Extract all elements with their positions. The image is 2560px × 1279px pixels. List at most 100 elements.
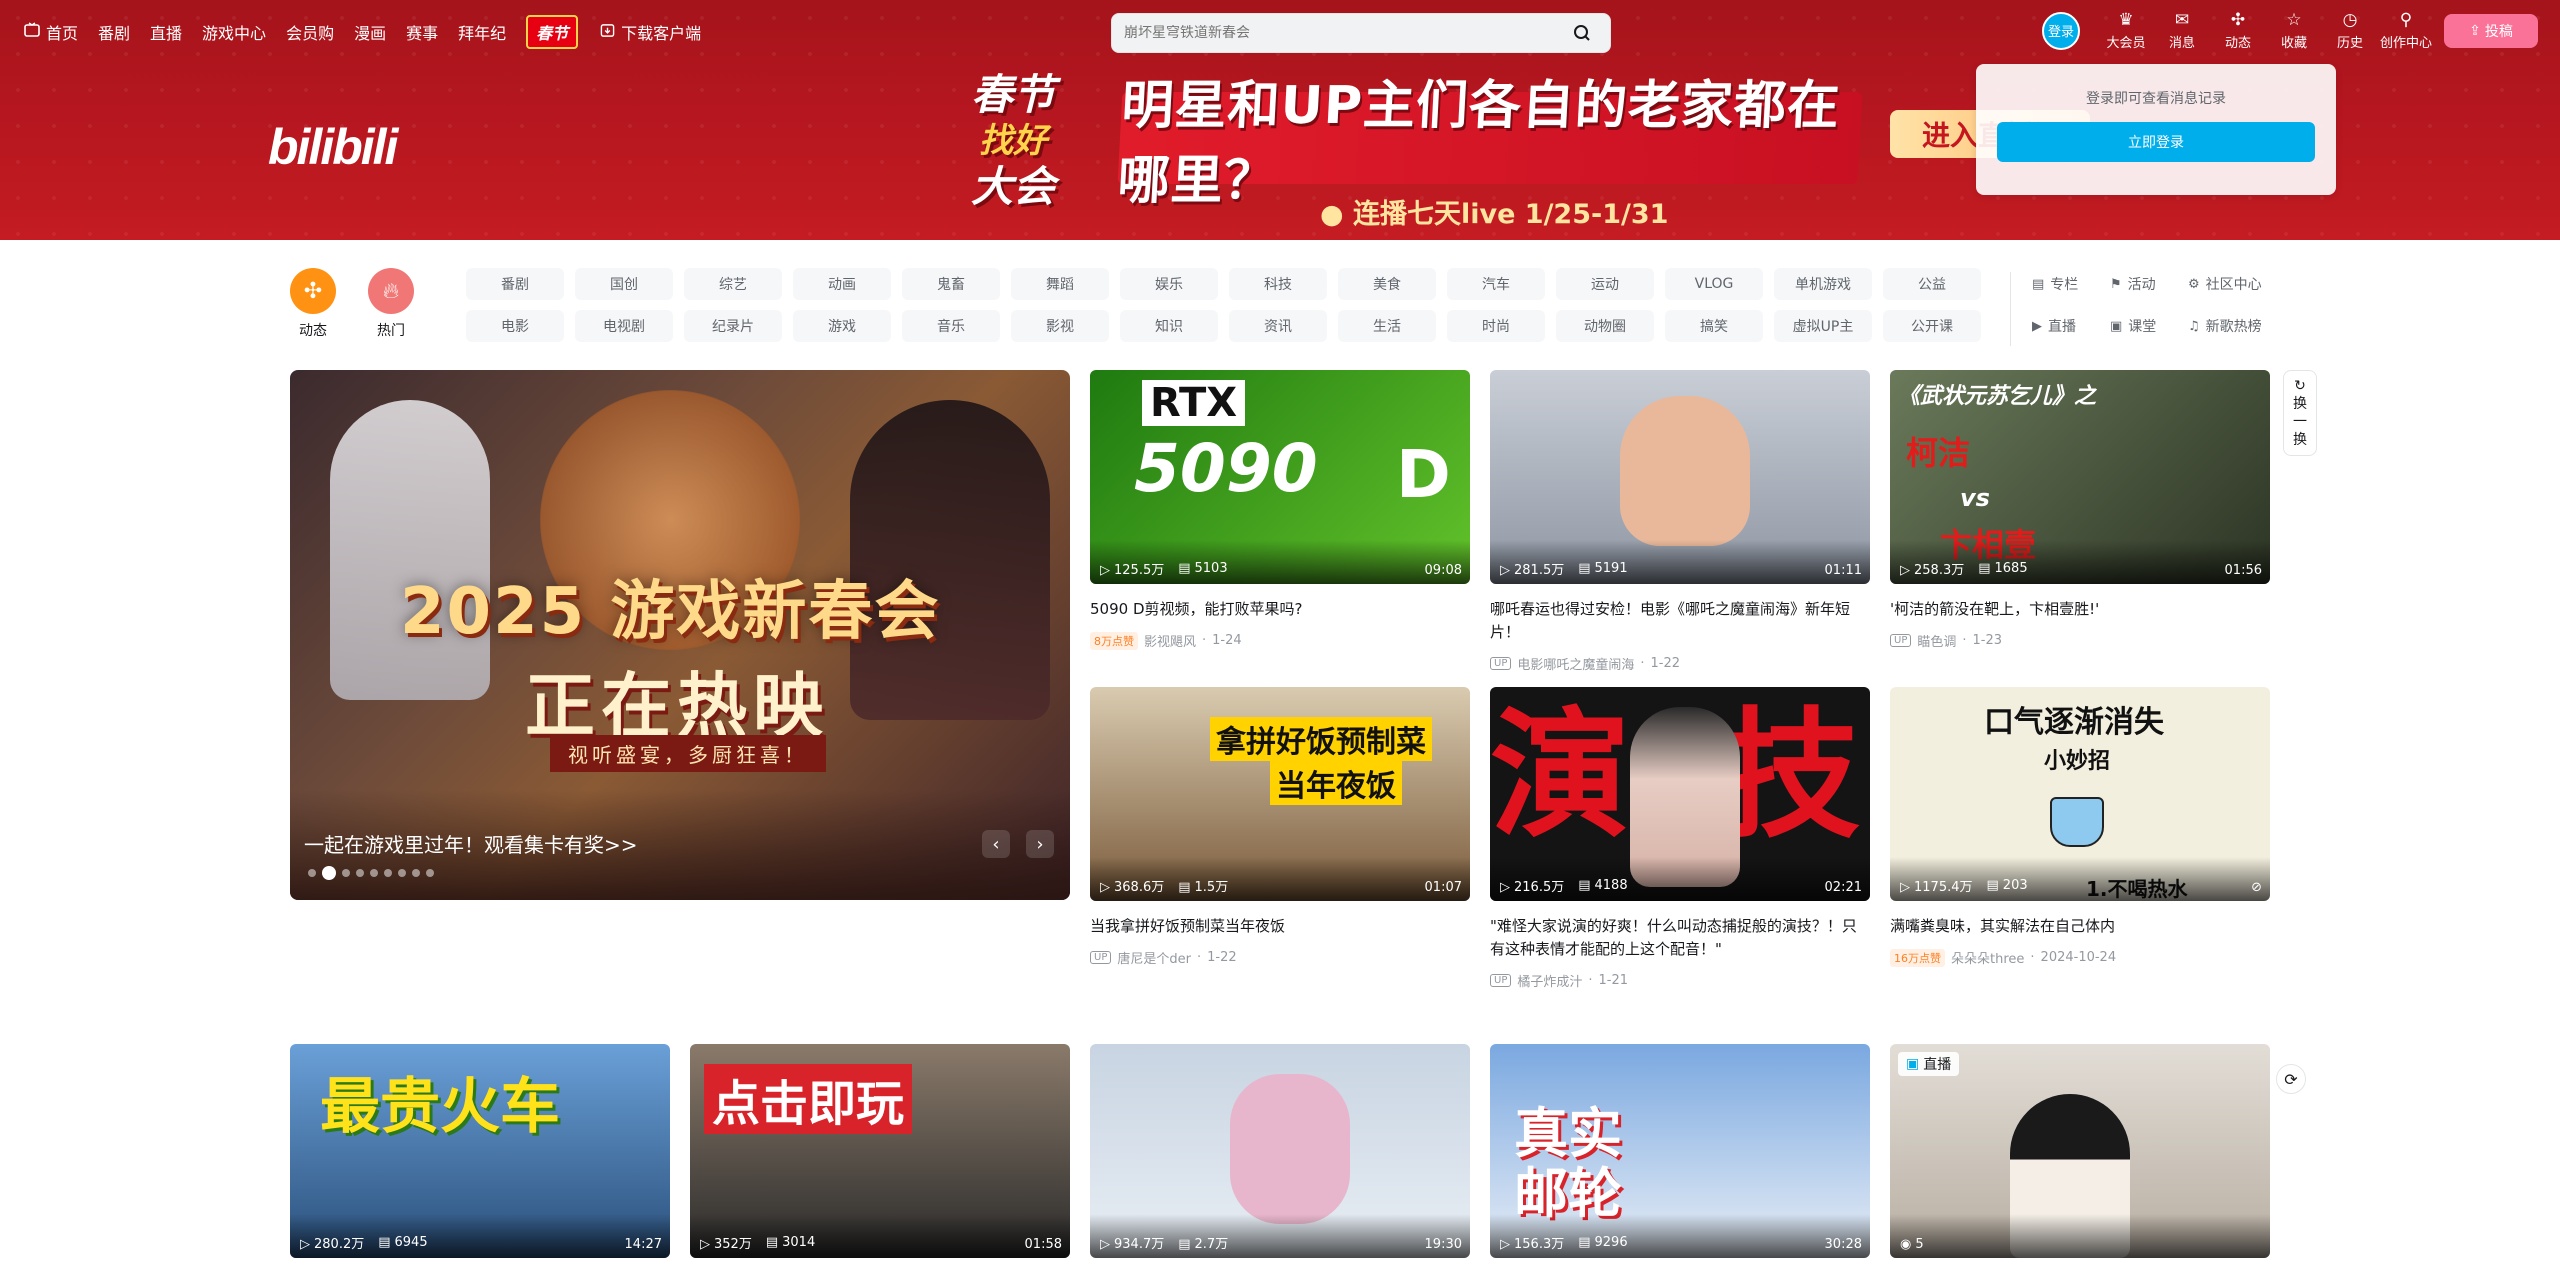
channel-tag[interactable]: 虚拟UP主 — [1774, 310, 1872, 342]
channel-tag[interactable]: 影视 — [1011, 310, 1109, 342]
video-title[interactable]: 哪吒春运也得过安检！电影《哪吒之魔童闹海》新年短片！ — [1490, 598, 1870, 644]
channel-tag[interactable]: 生活 — [1338, 310, 1436, 342]
nav-manga[interactable]: 漫画 — [354, 20, 386, 44]
nav-mall[interactable]: 会员购 — [286, 20, 334, 44]
video-thumbnail[interactable]: 最贵火车 ▷ 280.2万 ▤ 6945 14:27 — [290, 1044, 670, 1258]
video-thumbnail[interactable]: ▷ 281.5万 ▤ 5191 01:11 — [1490, 370, 1870, 584]
video-author[interactable]: 橘子炸成汁 — [1517, 971, 1582, 990]
video-card[interactable]: RTX 5090 D ▷ 125.5万 ▤ 5103 09:08 5090 D剪视频… — [1090, 370, 1470, 650]
nav-feed[interactable]: ✣ 动态 — [2210, 10, 2266, 51]
nav-home[interactable]: 首页 — [24, 20, 78, 44]
channel-tag[interactable]: VLOG — [1665, 268, 1763, 300]
video-card[interactable]: 点击即玩 ▷ 352万 ▤ 3014 01:58 — [690, 1044, 1070, 1258]
bilibili-logo[interactable]: bilibili — [268, 118, 398, 176]
video-thumbnail[interactable]: 口气逐渐消失 小妙招 1.不喝热水 ▷1175.4万 ▤203 ⊘ — [1890, 687, 2270, 901]
nav-messages[interactable]: ✉ 消息 — [2154, 10, 2210, 51]
channel-tag[interactable]: 娱乐 — [1120, 268, 1218, 300]
channel-tag[interactable]: 美食 — [1338, 268, 1436, 300]
video-title[interactable]: 当我拿拼好饭预制菜当年夜饭 — [1090, 915, 1470, 938]
carousel-dot-active[interactable] — [322, 866, 336, 880]
video-thumbnail[interactable]: 演 技 ▷ 216.5万 ▤ 4188 02:21 — [1490, 687, 1870, 901]
extra-community[interactable]: ⚙ 社区中心 — [2188, 272, 2298, 296]
video-card[interactable]: 口气逐渐消失 小妙招 1.不喝热水 ▷1175.4万 ▤203 ⊘ 满嘴粪臭味，… — [1890, 687, 2270, 967]
nav-anime[interactable]: 番剧 — [98, 20, 130, 44]
dislike-icon[interactable]: ⊘ — [2251, 880, 2262, 895]
carousel-dot[interactable] — [426, 869, 434, 877]
video-author[interactable]: 朵朵朵three — [1951, 948, 2024, 967]
video-card[interactable]: 《武状元苏乞儿》之 柯洁 vs 卞相壹 ▷258.3万 ▤1685 01:56 … — [1890, 370, 2270, 650]
spring-festival-badge[interactable]: 春节 — [526, 15, 579, 49]
carousel-dot[interactable] — [370, 869, 378, 877]
login-avatar-button[interactable]: 登录 — [2042, 11, 2080, 50]
video-card[interactable]: ▷ 934.7万 ▤ 2.7万 19:30 — [1090, 1044, 1470, 1258]
extra-live[interactable]: ▶ 直播 — [2032, 314, 2110, 338]
video-thumbnail[interactable]: ▣ 直播 ◉ 5 — [1890, 1044, 2270, 1258]
nav-live[interactable]: 直播 — [150, 20, 182, 44]
login-now-button[interactable]: 立即登录 — [1997, 122, 2315, 162]
channel-dynamic[interactable]: ✣ 动态 — [290, 268, 336, 340]
video-title[interactable]: 5090 D剪视频，能打败苹果吗? — [1090, 598, 1470, 621]
carousel-dot[interactable] — [398, 869, 406, 877]
channel-tag[interactable]: 番剧 — [466, 268, 564, 300]
featured-carousel[interactable]: 2025 游戏新春会 正在热映 视听盛宴，多厨狂喜！ 一起在游戏里过年！观看集卡… — [290, 370, 1070, 900]
video-card[interactable]: ▷ 281.5万 ▤ 5191 01:11 哪吒春运也得过安检！电影《哪吒之魔童闹海… — [1490, 370, 1870, 673]
channel-tag[interactable]: 国创 — [575, 268, 673, 300]
scroll-refresh-button[interactable]: ⟳ — [2276, 1064, 2306, 1094]
channel-tag[interactable]: 动画 — [793, 268, 891, 300]
nav-esports[interactable]: 赛事 — [406, 20, 438, 44]
channel-tag[interactable]: 音乐 — [902, 310, 1000, 342]
nav-history[interactable]: ◷ 历史 — [2322, 10, 2378, 51]
nav-download-client[interactable]: 下载客户端 — [600, 20, 701, 44]
channel-tag[interactable]: 纪录片 — [684, 310, 782, 342]
video-card[interactable]: 真实 邮轮 ▷ 156.3万 ▤ 9296 30:28 — [1490, 1044, 1870, 1258]
channel-tag[interactable]: 单机游戏 — [1774, 268, 1872, 300]
carousel-dot[interactable] — [384, 869, 392, 877]
banner-headline[interactable]: 明星和UP主们各自的老家都在哪里？ — [1116, 76, 1863, 211]
refresh-button[interactable]: ↻ 换 一 换 — [2283, 370, 2317, 456]
video-card[interactable]: 演 技 ▷ 216.5万 ▤ 4188 02:21 "难怪大家说演的好爽！什么叫动态… — [1490, 687, 1870, 990]
extra-activity[interactable]: ⚑ 活动 — [2110, 272, 2188, 296]
video-title[interactable]: '柯洁的箭没在靶上，卞相壹胜!' — [1890, 598, 2270, 621]
channel-tag[interactable]: 公益 — [1883, 268, 1981, 300]
extra-article[interactable]: ▤ 专栏 — [2032, 272, 2110, 296]
channel-tag[interactable]: 公开课 — [1883, 310, 1981, 342]
video-card[interactable]: 最贵火车 ▷ 280.2万 ▤ 6945 14:27 — [290, 1044, 670, 1258]
video-card[interactable]: 拿拼好饭预制菜 当年夜饭 ▷ 368.6万 ▤ 1.5万 01:07 当我拿拼好饭预… — [1090, 687, 1470, 967]
carousel-dot[interactable] — [412, 869, 420, 877]
channel-tag[interactable]: 鬼畜 — [902, 268, 1000, 300]
carousel-next-button[interactable]: › — [1026, 830, 1054, 858]
search-input[interactable] — [1124, 25, 1566, 41]
nav-game-center[interactable]: 游戏中心 — [202, 20, 266, 44]
nav-vip[interactable]: ♛ 大会员 — [2098, 10, 2154, 51]
channel-tag[interactable]: 综艺 — [684, 268, 782, 300]
channel-tag[interactable]: 汽车 — [1447, 268, 1545, 300]
channel-tag[interactable]: 电视剧 — [575, 310, 673, 342]
channel-tag[interactable]: 运动 — [1556, 268, 1654, 300]
video-thumbnail[interactable]: 拿拼好饭预制菜 当年夜饭 ▷ 368.6万 ▤ 1.5万 01:07 — [1090, 687, 1470, 901]
channel-tag[interactable]: 知识 — [1120, 310, 1218, 342]
extra-music-chart[interactable]: ♫ 新歌热榜 — [2188, 314, 2298, 338]
channel-tag[interactable]: 科技 — [1229, 268, 1327, 300]
channel-tag[interactable]: 动物圈 — [1556, 310, 1654, 342]
nav-creator-center[interactable]: ⚲ 创作中心 — [2378, 10, 2434, 51]
channel-tag[interactable]: 电影 — [466, 310, 564, 342]
carousel-caption[interactable]: 一起在游戏里过年！观看集卡有奖>> — [304, 829, 638, 858]
video-author[interactable]: 电影哪吒之魔童闹海 — [1517, 654, 1634, 673]
video-title[interactable]: "难怪大家说演的好爽！什么叫动态捕捉般的演技？！只有这种表情才能配的上这个配音！… — [1490, 915, 1870, 961]
video-thumbnail[interactable]: 真实 邮轮 ▷ 156.3万 ▤ 9296 30:28 — [1490, 1044, 1870, 1258]
video-author[interactable]: 影视飓风 — [1144, 631, 1196, 650]
video-thumbnail[interactable]: 点击即玩 ▷ 352万 ▤ 3014 01:58 — [690, 1044, 1070, 1258]
channel-tag[interactable]: 资讯 — [1229, 310, 1327, 342]
upload-button[interactable]: ⇪ 投稿 — [2444, 13, 2538, 48]
channel-tag[interactable]: 游戏 — [793, 310, 891, 342]
carousel-dot[interactable] — [356, 869, 364, 877]
carousel-prev-button[interactable]: ‹ — [982, 830, 1010, 858]
channel-hot[interactable]: 🔥︎ 热门 — [368, 268, 414, 340]
live-card[interactable]: ▣ 直播 ◉ 5 — [1890, 1044, 2270, 1258]
video-title[interactable]: 满嘴粪臭味，其实解法在自己体内 — [1890, 915, 2270, 938]
channel-tag[interactable]: 时尚 — [1447, 310, 1545, 342]
carousel-dot[interactable] — [342, 869, 350, 877]
extra-classroom[interactable]: ▣ 课堂 — [2110, 314, 2188, 338]
channel-tag[interactable]: 搞笑 — [1665, 310, 1763, 342]
carousel-dot[interactable] — [308, 869, 316, 877]
